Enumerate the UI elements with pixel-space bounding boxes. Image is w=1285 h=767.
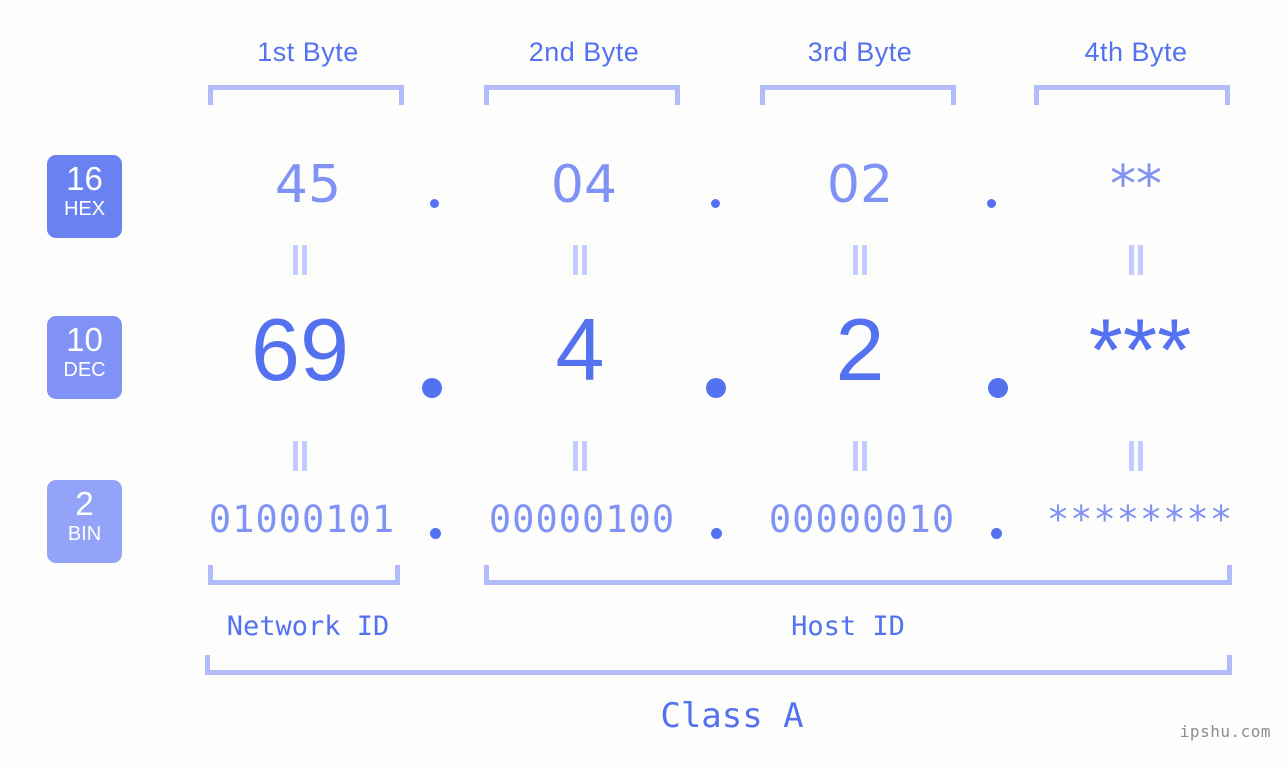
hex-separator-dot-1 (430, 199, 439, 208)
host-id-label: Host ID (791, 611, 905, 642)
network-id-label: Network ID (226, 611, 390, 642)
dec-separator-dot-3 (988, 378, 1008, 398)
byte-header-4: 4th Byte (1084, 37, 1188, 67)
site-watermark: ipshu.com (1179, 722, 1271, 741)
equals-mark-dec-bin-3 (851, 441, 869, 471)
byte-header-3: 3rd Byte (807, 37, 913, 67)
byte-bracket-top-3 (760, 85, 956, 105)
dec-separator-dot-2 (706, 378, 726, 398)
dec-byte-2: 4 (555, 300, 605, 399)
hex-separator-dot-2 (711, 199, 720, 208)
class-label: Class A (660, 696, 804, 736)
equals-mark-hex-dec-1 (291, 245, 309, 275)
byte-header-1: 1st Byte (257, 37, 359, 67)
base-badge-hex: 16 HEX (47, 155, 122, 238)
bin-byte-4: ******** (1046, 498, 1234, 541)
dec-byte-3: 2 (835, 300, 885, 399)
byte-bracket-top-4 (1034, 85, 1230, 105)
equals-mark-dec-bin-4 (1127, 441, 1145, 471)
bin-byte-1: 01000101 (208, 498, 396, 541)
base-badge-hex-number: 16 (66, 160, 103, 197)
bin-byte-3: 00000010 (768, 498, 956, 541)
ip-breakdown-diagram: 1st Byte 2nd Byte 3rd Byte 4th Byte 16 H… (0, 0, 1285, 767)
hex-byte-2: 04 (550, 155, 618, 215)
base-badge-hex-abbr: HEX (63, 198, 106, 220)
bin-separator-dot-3 (991, 528, 1002, 539)
byte-header-2: 2nd Byte (528, 37, 640, 67)
base-badge-bin-abbr: BIN (67, 523, 102, 545)
network-id-bracket (208, 565, 400, 585)
class-bracket (205, 655, 1232, 675)
bin-byte-2: 00000100 (488, 498, 676, 541)
bin-separator-dot-2 (711, 528, 722, 539)
hex-byte-4: ** (1110, 155, 1162, 215)
base-badge-dec-number: 10 (66, 321, 103, 358)
dec-byte-4: *** (1088, 300, 1192, 399)
equals-mark-dec-bin-2 (571, 441, 589, 471)
base-badge-dec-abbr: DEC (63, 359, 106, 381)
hex-byte-1: 45 (274, 155, 342, 215)
dec-separator-dot-1 (422, 378, 442, 398)
hex-byte-3: 02 (826, 155, 894, 215)
equals-mark-hex-dec-2 (571, 245, 589, 275)
dec-byte-1: 69 (251, 300, 349, 399)
byte-bracket-top-2 (484, 85, 680, 105)
base-badge-bin-number: 2 (75, 485, 94, 522)
hex-separator-dot-3 (987, 199, 996, 208)
equals-mark-hex-dec-4 (1127, 245, 1145, 275)
base-badge-bin: 2 BIN (47, 480, 122, 563)
equals-mark-hex-dec-3 (851, 245, 869, 275)
equals-mark-dec-bin-1 (291, 441, 309, 471)
byte-bracket-top-1 (208, 85, 404, 105)
bin-separator-dot-1 (430, 528, 441, 539)
base-badge-dec: 10 DEC (47, 316, 122, 399)
host-id-bracket (484, 565, 1232, 585)
